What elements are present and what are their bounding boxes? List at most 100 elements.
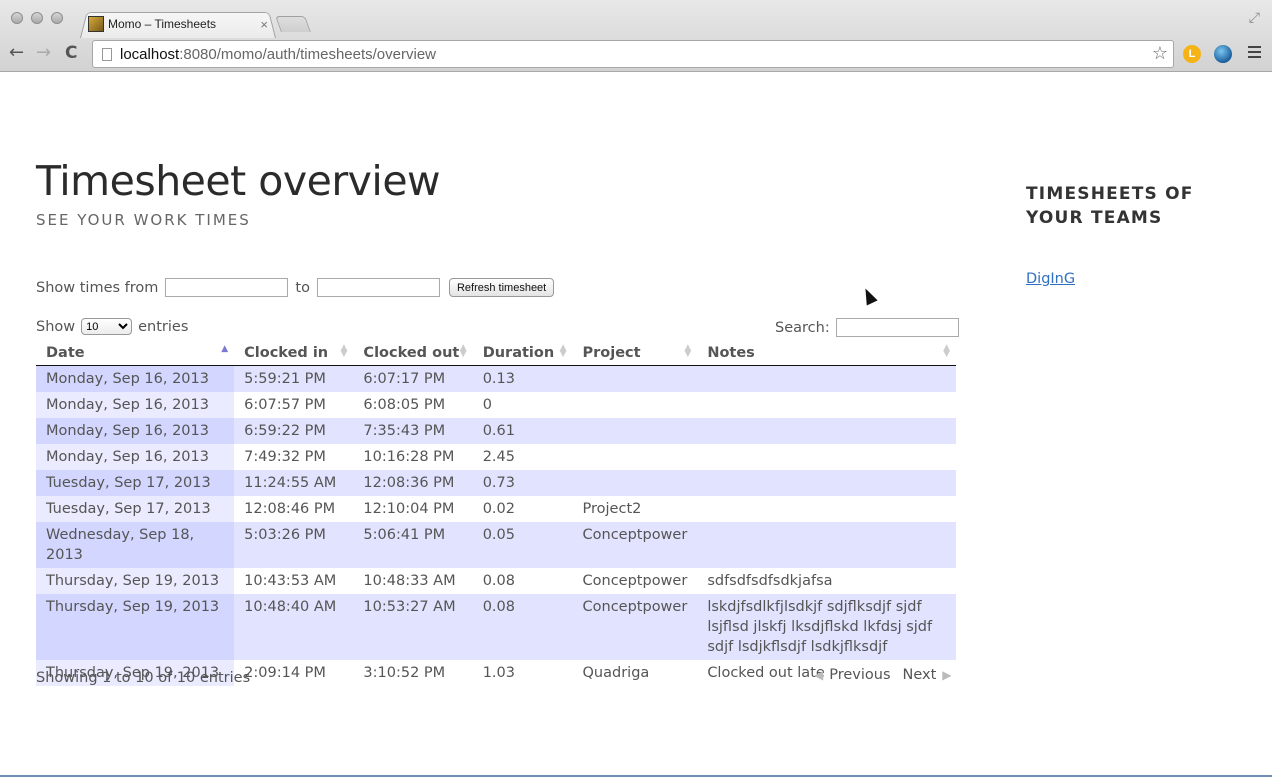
cell-clocked-in: 6:07:57 PM — [234, 391, 354, 418]
to-label: to — [295, 279, 310, 296]
cell-project — [572, 365, 698, 392]
team-link[interactable]: DigInG — [1026, 271, 1075, 287]
table-row[interactable]: Monday, Sep 16, 2013 6:59:22 PM 7:35:43 PM… — [36, 417, 956, 444]
cell-clocked-out: 10:16:28 PM — [353, 443, 473, 470]
cell-duration: 0.73 — [472, 469, 573, 496]
column-header-date[interactable]: Date ▲ — [36, 339, 235, 366]
forward-button[interactable]: → — [36, 43, 51, 63]
column-header-clocked-in[interactable]: Clocked in ▲ ▼ — [234, 339, 354, 366]
table-row[interactable]: Tuesday, Sep 17, 2013 12:08:46 PM 12:10:04… — [36, 495, 956, 522]
cell-clocked-out: 6:07:17 PM — [353, 365, 473, 392]
to-date-input[interactable] — [316, 278, 440, 297]
page-body: Timesheet overview SEE YOUR WORK TIMES S… — [0, 73, 1272, 777]
previous-arrow-icon[interactable]: ◀ — [814, 668, 823, 682]
cell-date: Tuesday, Sep 17, 2013 — [36, 495, 235, 522]
cell-duration: 1.03 — [472, 659, 573, 686]
pagination: ◀ Previous Next ▶ — [814, 667, 952, 683]
table-row[interactable]: Monday, Sep 16, 2013 5:59:21 PM 6:07:17 PM… — [36, 365, 956, 392]
menu-icon[interactable] — [1248, 46, 1261, 60]
cell-project — [572, 469, 698, 496]
table-row[interactable]: Wednesday, Sep 18, 2013 5:03:26 PM 5:06:41… — [36, 521, 956, 568]
table-row[interactable]: Monday, Sep 16, 2013 6:07:57 PM 6:08:05 PM… — [36, 391, 956, 418]
cell-project: Conceptpower — [572, 593, 698, 660]
cell-duration: 0.08 — [472, 593, 573, 660]
from-date-input[interactable] — [165, 278, 289, 297]
cell-clocked-out: 10:53:27 AM — [353, 593, 473, 660]
table-row[interactable]: Monday, Sep 16, 2013 7:49:32 PM 10:16:28 P… — [36, 443, 956, 470]
column-header-duration[interactable]: Duration ▲ ▼ — [472, 339, 573, 366]
cell-clocked-in: 5:03:26 PM — [234, 521, 354, 568]
table-row[interactable]: Tuesday, Sep 17, 2013 11:24:55 AM 12:08:36… — [36, 469, 956, 496]
cell-duration: 0.05 — [472, 521, 573, 568]
cell-clocked-out: 12:08:36 PM — [353, 469, 473, 496]
cell-clocked-out: 5:06:41 PM — [353, 521, 473, 568]
column-label: Clocked out — [363, 344, 460, 361]
timesheet-table: Date ▲ Clocked in ▲ ▼ Clocked out ▲ ▼ Duratio… — [36, 339, 956, 686]
table-row[interactable]: Thursday, Sep 19, 2013 10:48:40 AM 10:53:2… — [36, 593, 956, 660]
column-label: Project — [582, 344, 641, 361]
url-text: localhost:8080/momo/auth/timesheets/over… — [120, 46, 436, 63]
refresh-timesheet-button[interactable]: Refresh timesheet — [448, 278, 555, 297]
cell-date: Wednesday, Sep 18, 2013 — [36, 521, 235, 568]
cell-date: Monday, Sep 16, 2013 — [36, 443, 235, 470]
url-path: :8080/momo/auth/timesheets/overview — [179, 45, 436, 63]
close-window-button[interactable] — [11, 12, 23, 24]
back-button[interactable]: ← — [9, 43, 24, 63]
cell-project: Conceptpower — [572, 567, 698, 594]
page-title: Timesheet overview — [36, 157, 441, 205]
next-arrow-icon[interactable]: ▶ — [942, 668, 951, 682]
cell-project: Conceptpower — [572, 521, 698, 568]
address-bar[interactable]: localhost:8080/momo/auth/timesheets/over… — [92, 40, 1174, 68]
sort-both-icon: ▲ ▼ — [943, 343, 950, 359]
minimize-window-button[interactable] — [31, 12, 43, 24]
cell-clocked-in: 6:59:22 PM — [234, 417, 354, 444]
cell-clocked-in: 5:59:21 PM — [234, 365, 354, 392]
cell-notes — [697, 417, 956, 444]
cell-notes — [697, 391, 956, 418]
column-label: Clocked in — [244, 344, 329, 361]
browser-chrome: Momo – Timesheets × ⤢ ← → C localhost:80… — [0, 0, 1272, 72]
bookmark-star-icon[interactable]: ☆ — [1152, 43, 1168, 64]
favicon-icon — [88, 16, 104, 32]
entries-select[interactable]: 10 — [81, 318, 133, 335]
column-header-notes[interactable]: Notes ▲ ▼ — [697, 339, 956, 366]
zoom-window-button[interactable] — [51, 12, 63, 24]
cell-clocked-out: 10:48:33 AM — [353, 567, 473, 594]
cell-duration: 0.08 — [472, 567, 573, 594]
column-label: Date — [46, 344, 85, 361]
cell-clocked-out: 7:35:43 PM — [353, 417, 473, 444]
next-button[interactable]: Next — [903, 667, 937, 683]
extension-l-icon[interactable]: L — [1183, 45, 1201, 63]
cell-notes: sdfsdfsdfsdkjafsa — [697, 567, 956, 594]
cell-clocked-in: 12:08:46 PM — [234, 495, 354, 522]
cell-project: Project2 — [572, 495, 698, 522]
reload-button[interactable]: C — [65, 43, 77, 63]
cell-clocked-out: 6:08:05 PM — [353, 391, 473, 418]
column-label: Duration — [482, 344, 555, 361]
search-label: Search: — [775, 319, 830, 336]
page-icon — [102, 47, 112, 61]
search-input[interactable] — [835, 318, 959, 337]
date-filter: Show times from to Refresh timesheet — [36, 278, 555, 297]
url-host: localhost — [120, 45, 180, 63]
new-tab-button[interactable] — [275, 16, 311, 32]
cell-notes — [697, 365, 956, 392]
fullscreen-icon[interactable]: ⤢ — [1249, 10, 1260, 26]
sort-both-icon: ▲ ▼ — [459, 343, 467, 359]
table-row[interactable]: Thursday, Sep 19, 2013 10:43:53 AM 10:48:3… — [36, 567, 956, 594]
cell-clocked-in: 2:09:14 PM — [234, 659, 354, 686]
tab-close-icon[interactable]: × — [260, 17, 268, 32]
cell-clocked-in: 10:43:53 AM — [234, 567, 354, 594]
extension-globe-icon[interactable] — [1214, 45, 1232, 63]
column-header-project[interactable]: Project ▲ ▼ — [572, 339, 698, 366]
previous-button[interactable]: Previous — [829, 667, 890, 683]
cell-notes — [697, 521, 956, 568]
cell-notes — [697, 469, 956, 496]
cell-clocked-in: 11:24:55 AM — [234, 469, 354, 496]
cell-project — [572, 391, 698, 418]
cell-date: Thursday, Sep 19, 2013 — [36, 593, 235, 660]
browser-tab-content[interactable]: Momo – Timesheets × — [88, 14, 272, 34]
page-subtitle: SEE YOUR WORK TIMES — [36, 211, 251, 229]
cell-date: Monday, Sep 16, 2013 — [36, 417, 235, 444]
column-header-clocked-out[interactable]: Clocked out ▲ ▼ — [353, 339, 473, 366]
